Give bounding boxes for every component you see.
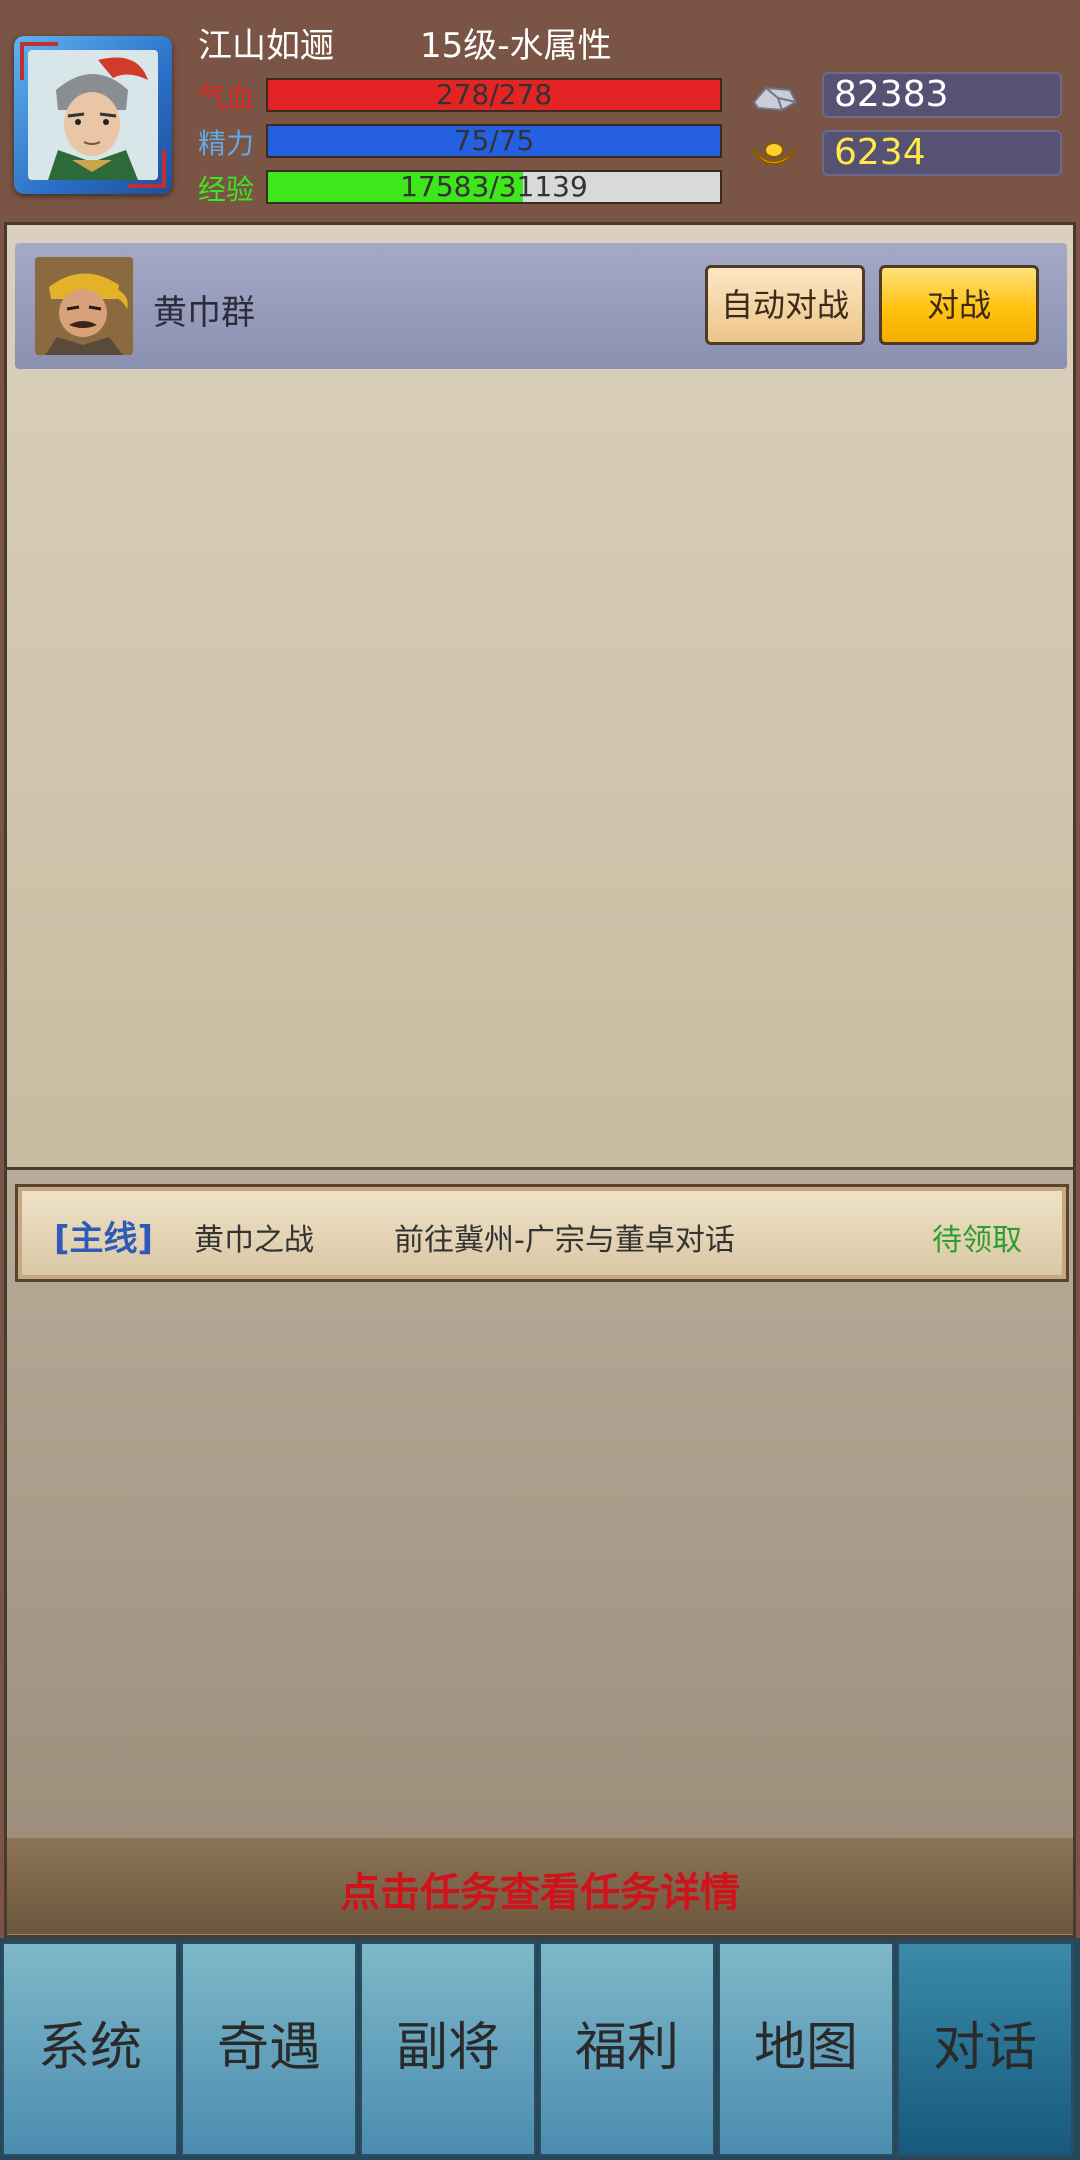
energy-bar: 75/75 bbox=[266, 124, 722, 158]
battle-panel: 黄巾群 自动对战 对战 bbox=[4, 222, 1076, 1170]
gold-amount: 6234 bbox=[822, 130, 1062, 176]
hp-label: 气血 bbox=[198, 81, 255, 114]
nav-system-button[interactable]: 系统 bbox=[2, 1942, 178, 2156]
silver-amount: 82383 bbox=[822, 72, 1062, 118]
nav-adventure-button[interactable]: 奇遇 bbox=[181, 1942, 357, 2156]
quest-name: 黄巾之战 bbox=[194, 1223, 314, 1258]
player-avatar[interactable] bbox=[14, 36, 172, 194]
energy-label: 精力 bbox=[198, 127, 255, 160]
nav-deputy-button[interactable]: 副将 bbox=[360, 1942, 536, 2156]
nav-map-button[interactable]: 地图 bbox=[718, 1942, 894, 2156]
quest-type-tag: [主线] bbox=[54, 1219, 154, 1259]
enemy-portrait bbox=[35, 257, 133, 355]
enemy-name: 黄巾群 bbox=[153, 293, 255, 333]
nav-welfare-button[interactable]: 福利 bbox=[539, 1942, 715, 2156]
player-header: 江山如逦 15级-水属性 气血 278/278 精力 75/75 经验 1758… bbox=[0, 0, 1080, 222]
quest-hint-text: 点击任务查看任务详情 bbox=[340, 1870, 740, 1916]
silver-ingot-icon bbox=[748, 76, 800, 116]
exp-label: 经验 bbox=[198, 173, 255, 206]
quest-hint-bar: 点击任务查看任务详情 bbox=[7, 1838, 1073, 1934]
quest-panel: [主线] 黄巾之战 前往冀州-广宗与董卓对话 待领取 点击任务查看任务详情 bbox=[4, 1170, 1076, 1938]
hp-bar: 278/278 bbox=[266, 78, 722, 112]
hp-value: 278/278 bbox=[435, 78, 553, 111]
player-level: 15级-水属性 bbox=[420, 26, 612, 66]
quest-item[interactable]: [主线] 黄巾之战 前往冀州-广宗与董卓对话 待领取 bbox=[15, 1184, 1069, 1282]
exp-value: 17583/31139 bbox=[400, 170, 588, 203]
frame-corner-decoration bbox=[128, 150, 166, 188]
energy-value: 75/75 bbox=[453, 124, 535, 157]
player-name: 江山如逦 bbox=[198, 26, 334, 66]
nav-dialogue-button[interactable]: 对话 bbox=[897, 1942, 1073, 2156]
quest-status[interactable]: 待领取 bbox=[932, 1215, 1022, 1259]
battle-button[interactable]: 对战 bbox=[879, 265, 1039, 345]
yellow-turban-portrait-icon bbox=[35, 257, 133, 355]
gold-yuanbao-icon bbox=[748, 134, 800, 174]
enemy-row: 黄巾群 自动对战 对战 bbox=[15, 243, 1067, 369]
exp-bar: 17583/31139 bbox=[266, 170, 722, 204]
bottom-navigation: 系统 奇遇 副将 福利 地图 对话 bbox=[0, 1938, 1080, 2160]
quest-description: 前往冀州-广宗与董卓对话 bbox=[394, 1223, 735, 1258]
auto-battle-button[interactable]: 自动对战 bbox=[705, 265, 865, 345]
